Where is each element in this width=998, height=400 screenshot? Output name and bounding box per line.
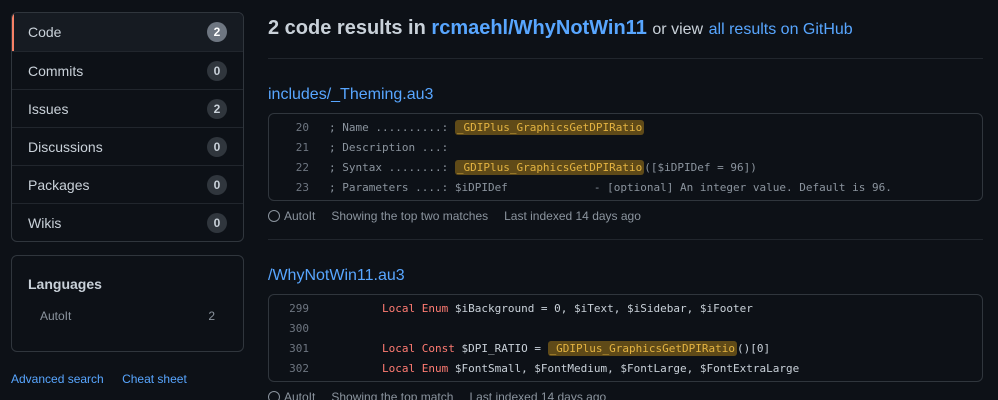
count-badge: 0 (207, 136, 227, 157)
code-line: 22 ; Syntax ........: _GDIPlus_GraphicsG… (269, 157, 982, 177)
nav-item-label: Discussions (28, 138, 103, 155)
count-badge: 2 (207, 98, 227, 119)
code-line: 302 Local Enum $FontSmall, $FontMedium, … (269, 358, 982, 378)
result-meta: AutoIt Showing the top match Last indexe… (268, 389, 983, 400)
line-number: 301 (289, 341, 309, 355)
nav-item-label: Wikis (28, 214, 62, 231)
code-text: $DPI_RATIO = (454, 341, 548, 355)
nav-item-label: Issues (28, 100, 69, 117)
result-language: AutoIt (284, 390, 316, 400)
nav-item-code[interactable]: Code 2 (12, 13, 243, 51)
language-name: AutoIt (40, 309, 72, 323)
code-text: $iBackground = 0, $iText, $iSidebar, $iF… (448, 301, 753, 315)
code-line: 299 Local Enum $iBackground = 0, $iText,… (269, 298, 982, 318)
code-line: 300 (269, 318, 982, 338)
nav-item-label: Packages (28, 176, 90, 193)
keyword: Local Const (381, 341, 455, 355)
code-line: 301 Local Const $DPI_RATIO = _GDIPlus_Gr… (269, 338, 982, 358)
divider (268, 58, 983, 59)
search-type-nav: Code 2 Commits 0 Issues 2 Discussions 0 … (11, 12, 244, 242)
nav-item-packages[interactable]: Packages 0 (12, 165, 243, 203)
count-badge: 0 (207, 212, 227, 233)
language-dot-icon (268, 210, 280, 222)
last-indexed: Last indexed 14 days ago (469, 390, 607, 400)
code-text: $FontSmall, $FontMedium, $FontLarge, $Fo… (448, 361, 800, 375)
code-snippet: 299 Local Enum $iBackground = 0, $iText,… (268, 294, 983, 382)
divider (268, 239, 983, 240)
code-text: ; Name ..........: (329, 120, 455, 134)
language-filter-autoit[interactable]: AutoIt 2 (28, 309, 227, 323)
match-count: Showing the top two matches (331, 209, 489, 223)
match-highlight: _GDIPlus_GraphicsGetDPIRatio (547, 340, 737, 356)
keyword: Local Enum (381, 301, 449, 315)
result-meta: AutoIt Showing the top two matches Last … (268, 208, 983, 224)
code-line: 20 ; Name ..........: _GDIPlus_GraphicsG… (269, 117, 982, 137)
code-text: ()[0] (737, 341, 771, 355)
count-badge: 2 (207, 22, 227, 42)
code-result: includes/_Theming.au3 20 ; Name ........… (268, 85, 983, 224)
language-count: 2 (208, 309, 215, 323)
code-snippet: 20 ; Name ..........: _GDIPlus_GraphicsG… (268, 113, 983, 201)
match-count: Showing the top match (331, 390, 454, 400)
count-badge: 0 (207, 60, 227, 81)
result-language: AutoIt (284, 209, 316, 223)
results-heading: 2 code results in rcmaehl/WhyNotWin11 or… (268, 17, 853, 40)
nav-item-wikis[interactable]: Wikis 0 (12, 203, 243, 241)
code-line: 23 ; Parameters ....: $iDPIDef - [option… (269, 177, 982, 197)
result-file-link[interactable]: includes/_Theming.au3 (268, 85, 983, 105)
match-highlight: _GDIPlus_GraphicsGetDPIRatio (454, 159, 645, 175)
cheat-sheet-link[interactable]: Cheat sheet (122, 372, 187, 386)
all-results-link[interactable]: all results on GitHub (709, 21, 853, 38)
line-number: 22 (295, 160, 309, 174)
line-number: 21 (295, 140, 309, 154)
match-highlight: _GDIPlus_GraphicsGetDPIRatio (454, 119, 645, 135)
nav-item-issues[interactable]: Issues 2 (12, 89, 243, 127)
code-text: ; Description ...: (329, 140, 449, 154)
nav-item-commits[interactable]: Commits 0 (12, 51, 243, 89)
count-badge: 0 (207, 174, 227, 195)
code-result: /WhyNotWin11.au3 299 Local Enum $iBackgr… (268, 266, 983, 400)
code-text: ; Parameters ....: $iDPIDef - [optional]… (329, 180, 892, 194)
line-number: 20 (295, 120, 309, 134)
language-dot-icon (268, 391, 280, 400)
keyword: Local Enum (381, 361, 449, 375)
line-number: 299 (289, 301, 309, 315)
sidebar-links: Advanced search Cheat sheet (11, 372, 244, 386)
result-file-link[interactable]: /WhyNotWin11.au3 (268, 266, 983, 286)
nav-item-label: Code (28, 24, 62, 40)
nav-item-label: Commits (28, 62, 84, 79)
advanced-search-link[interactable]: Advanced search (11, 372, 104, 386)
languages-panel: Languages AutoIt 2 (11, 255, 244, 352)
sidebar: Code 2 Commits 0 Issues 2 Discussions 0 … (11, 12, 244, 386)
code-text: ; Syntax ........: (329, 160, 455, 174)
or-view-text: or view (652, 21, 704, 38)
code-line: 21 ; Description ...: (269, 137, 982, 157)
languages-title: Languages (28, 276, 102, 292)
results-count: 2 code results in (268, 17, 426, 39)
line-number: 300 (289, 321, 309, 335)
line-number: 23 (295, 180, 309, 194)
last-indexed: Last indexed 14 days ago (504, 209, 641, 223)
repo-link[interactable]: rcmaehl/WhyNotWin11 (431, 17, 646, 39)
line-number: 302 (289, 361, 309, 375)
code-text: ([$iDPIDef = 96]) (644, 160, 757, 174)
nav-item-discussions[interactable]: Discussions 0 (12, 127, 243, 165)
